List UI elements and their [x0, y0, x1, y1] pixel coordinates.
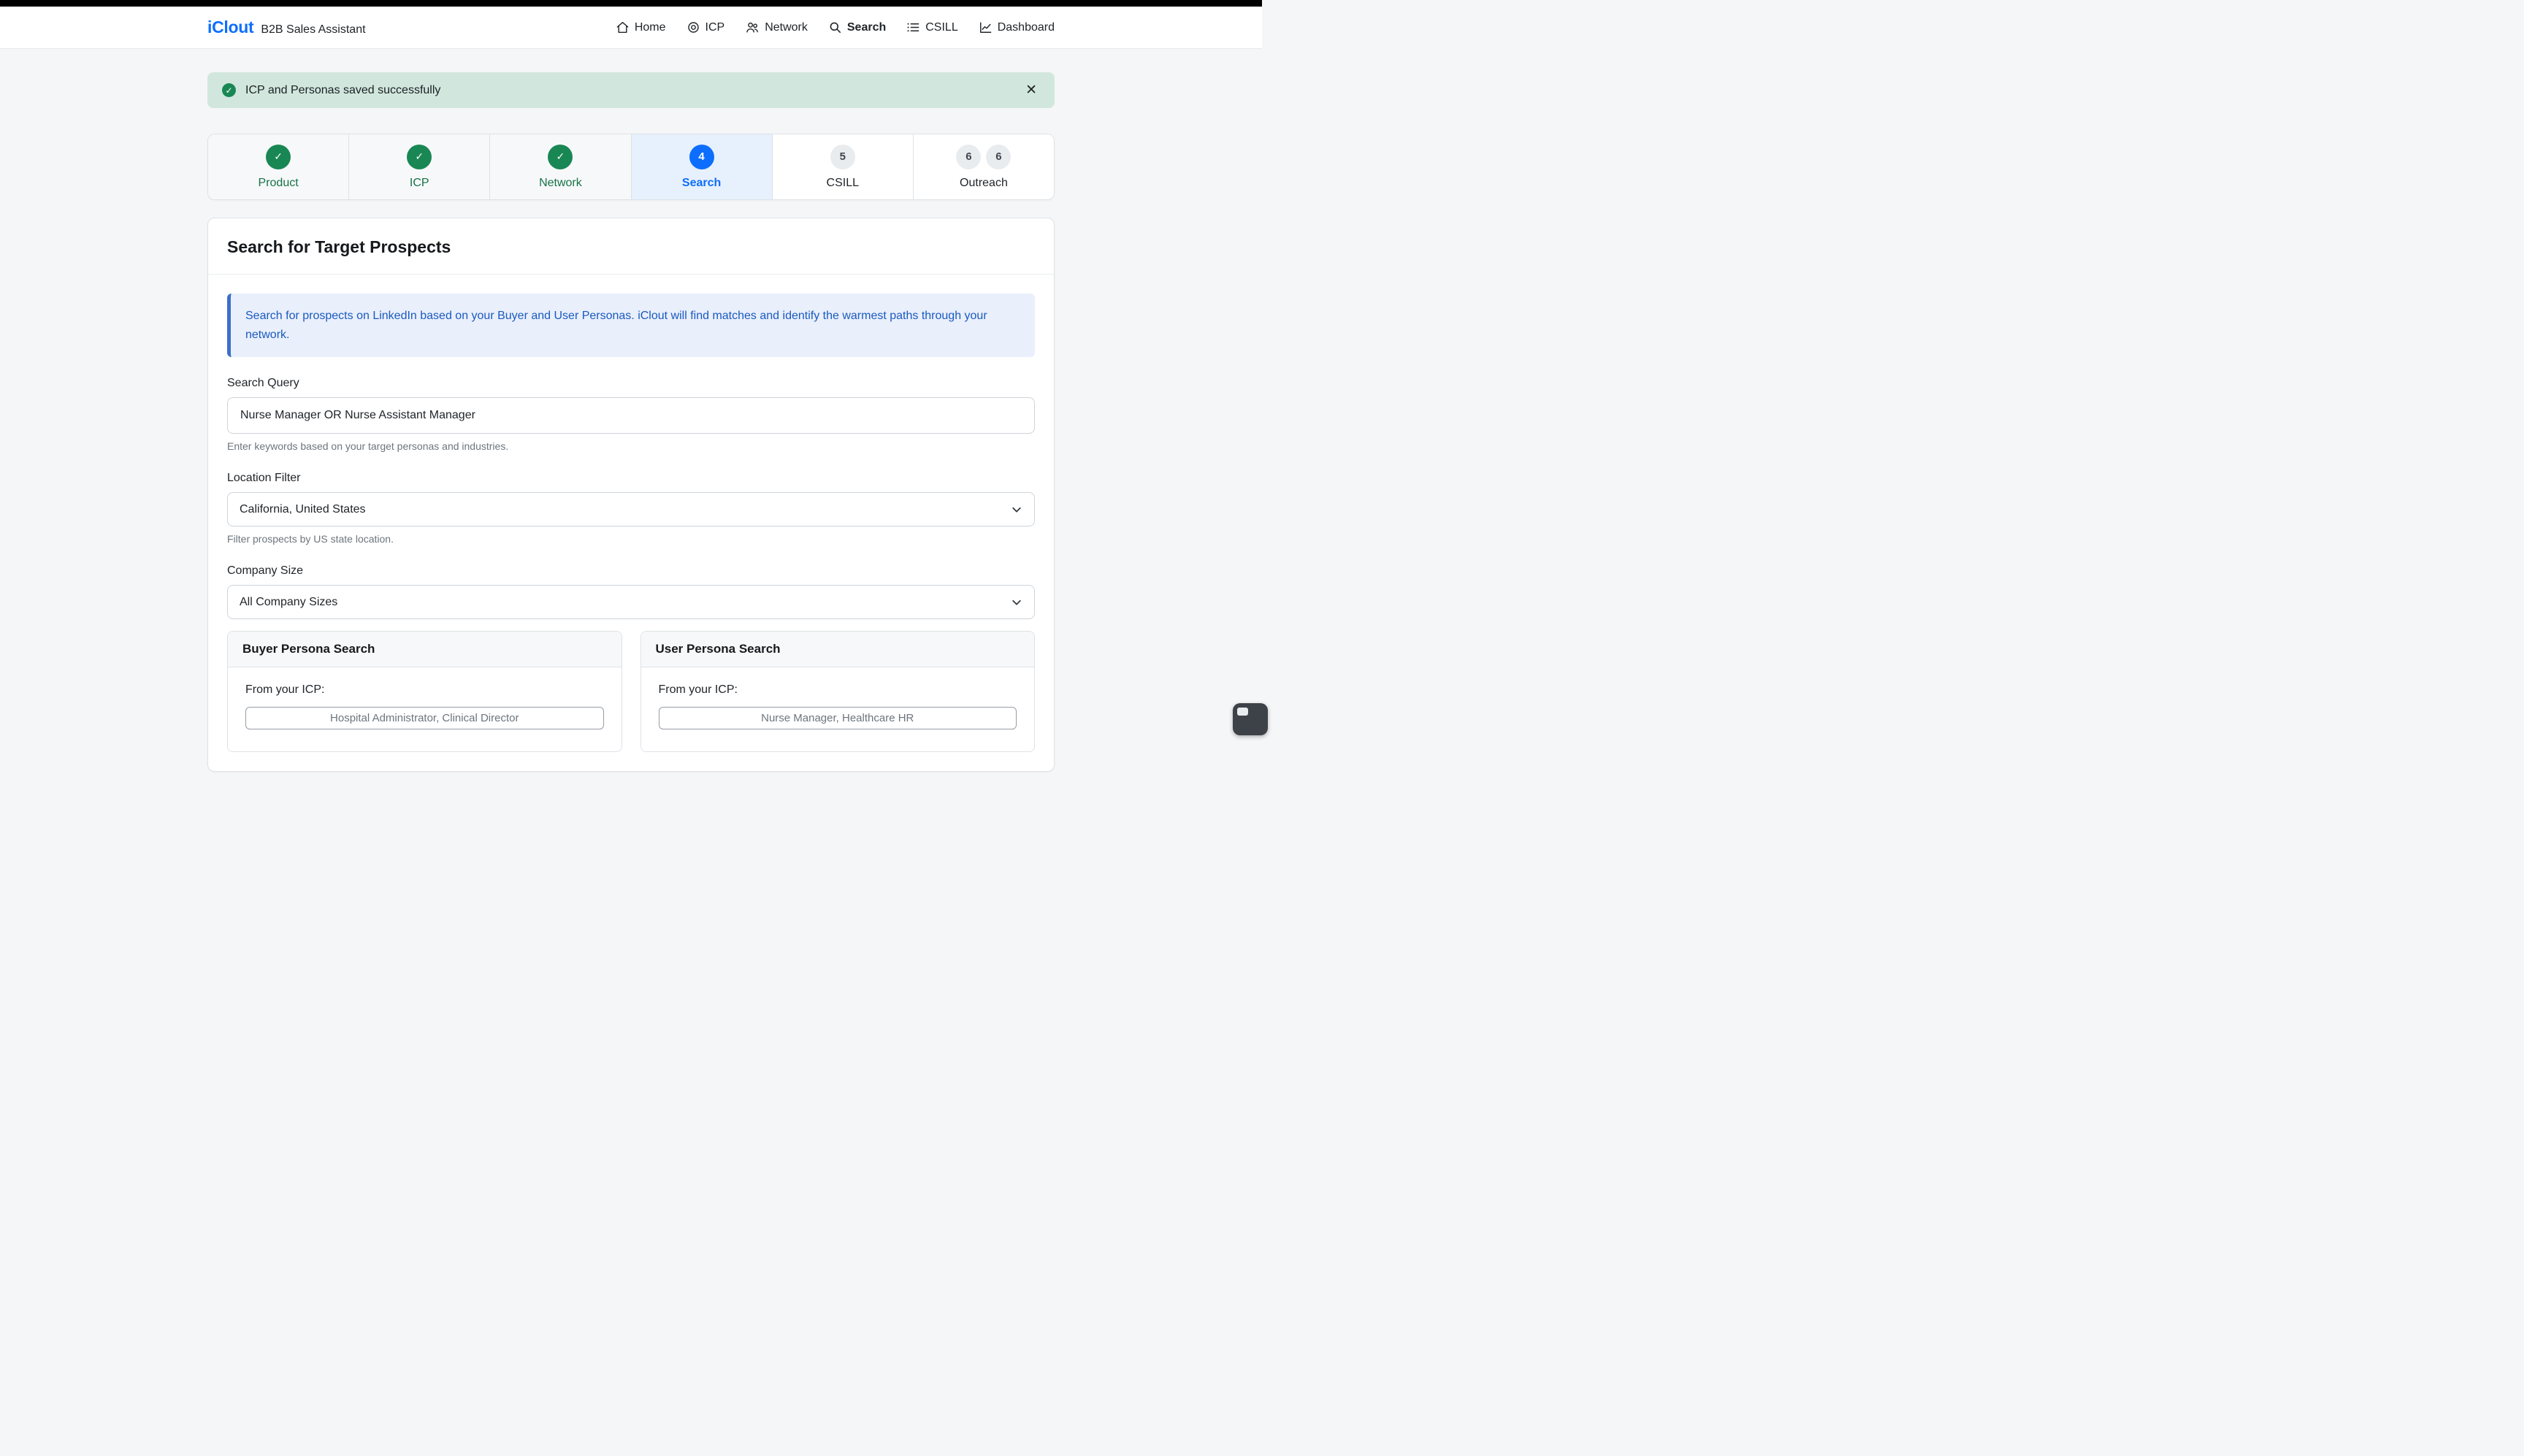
nav-label-search: Search: [847, 21, 886, 34]
success-alert: ✓ ICP and Personas saved successfully ✕: [207, 72, 1055, 108]
step-label-outreach: Outreach: [960, 177, 1008, 190]
step-number-pair: 6 6: [956, 145, 1011, 169]
location-filter-select[interactable]: California, United States: [227, 492, 1035, 526]
step-check-icon: ✓: [407, 145, 432, 169]
step-check-icon: ✓: [266, 145, 291, 169]
nav-item-icp[interactable]: ICP: [687, 20, 725, 34]
people-icon: [745, 20, 760, 34]
home-icon: [616, 20, 630, 34]
step-label-search: Search: [682, 177, 721, 190]
search-card-header: Search for Target Prospects: [208, 218, 1054, 275]
target-icon: [687, 20, 700, 34]
buyer-persona-title: Buyer Persona Search: [228, 632, 622, 667]
info-banner: Search for prospects on LinkedIn based o…: [227, 294, 1035, 357]
brand[interactable]: iClout B2B Sales Assistant: [207, 18, 366, 37]
user-persona-panel: User Persona Search From your ICP: Nurse…: [640, 631, 1036, 752]
app-header: iClout B2B Sales Assistant Home ICP Ne: [0, 7, 1262, 49]
buyer-persona-value[interactable]: Hospital Administrator, Clinical Directo…: [245, 707, 604, 729]
company-size-value: All Company Sizes: [240, 596, 337, 609]
chart-icon: [979, 20, 993, 34]
top-bar: [0, 0, 1262, 7]
search-query-input[interactable]: [227, 397, 1035, 434]
page-title: Search for Target Prospects: [227, 237, 1035, 257]
user-from-icp-label: From your ICP:: [659, 683, 1017, 697]
workflow-stepper: ✓ Product ✓ ICP ✓ Network 4 Search 5 CSI…: [207, 134, 1055, 200]
step-label-csill: CSILL: [827, 177, 859, 190]
step-label-product: Product: [259, 177, 299, 190]
step-network[interactable]: ✓ Network: [490, 134, 631, 199]
nav-label-home: Home: [635, 21, 666, 34]
step-number: 5: [830, 145, 855, 169]
step-label-network: Network: [539, 177, 582, 190]
search-query-label: Search Query: [227, 377, 1035, 390]
nav-item-network[interactable]: Network: [745, 20, 808, 34]
close-icon[interactable]: ✕: [1022, 80, 1040, 100]
buyer-from-icp-label: From your ICP:: [245, 683, 604, 697]
app-logo: iClout: [207, 18, 253, 37]
step-outreach[interactable]: 6 6 Outreach: [914, 134, 1054, 199]
chevron-down-icon: [1011, 597, 1022, 608]
nav-item-csill[interactable]: CSILL: [906, 20, 957, 34]
location-filter-help: Filter prospects by US state location.: [227, 533, 1035, 545]
user-persona-title: User Persona Search: [641, 632, 1035, 667]
mini-screen-icon: [1237, 708, 1248, 716]
location-filter-label: Location Filter: [227, 472, 1035, 485]
nav-item-dashboard[interactable]: Dashboard: [979, 20, 1055, 34]
nav-item-home[interactable]: Home: [616, 20, 666, 34]
step-csill[interactable]: 5 CSILL: [773, 134, 914, 199]
search-icon: [828, 20, 842, 34]
floating-widget-button[interactable]: [1233, 703, 1268, 735]
nav-label-icp: ICP: [705, 21, 725, 34]
nav-label-network: Network: [765, 21, 808, 34]
step-check-icon: ✓: [548, 145, 573, 169]
step-product[interactable]: ✓ Product: [208, 134, 349, 199]
buyer-persona-panel: Buyer Persona Search From your ICP: Hosp…: [227, 631, 622, 752]
check-circle-icon: ✓: [222, 83, 236, 97]
nav-label-csill: CSILL: [925, 21, 957, 34]
company-size-label: Company Size: [227, 564, 1035, 578]
main-nav: Home ICP Network Search: [616, 20, 1055, 34]
app-subtitle: B2B Sales Assistant: [261, 23, 365, 37]
nav-item-search[interactable]: Search: [828, 20, 886, 34]
location-filter-value: California, United States: [240, 503, 366, 516]
step-number: 6: [956, 145, 981, 169]
step-number: 4: [689, 145, 714, 169]
nav-label-dashboard: Dashboard: [998, 21, 1055, 34]
company-size-select[interactable]: All Company Sizes: [227, 585, 1035, 619]
step-label-icp: ICP: [410, 177, 429, 190]
step-number: 6: [986, 145, 1011, 169]
step-icp[interactable]: ✓ ICP: [349, 134, 490, 199]
step-search[interactable]: 4 Search: [632, 134, 773, 199]
list-icon: [906, 20, 920, 34]
chevron-down-icon: [1011, 504, 1022, 516]
search-query-help: Enter keywords based on your target pers…: [227, 440, 1035, 452]
user-persona-value[interactable]: Nurse Manager, Healthcare HR: [659, 707, 1017, 729]
alert-message: ICP and Personas saved successfully: [245, 84, 440, 97]
search-card: Search for Target Prospects Search for p…: [207, 218, 1055, 772]
